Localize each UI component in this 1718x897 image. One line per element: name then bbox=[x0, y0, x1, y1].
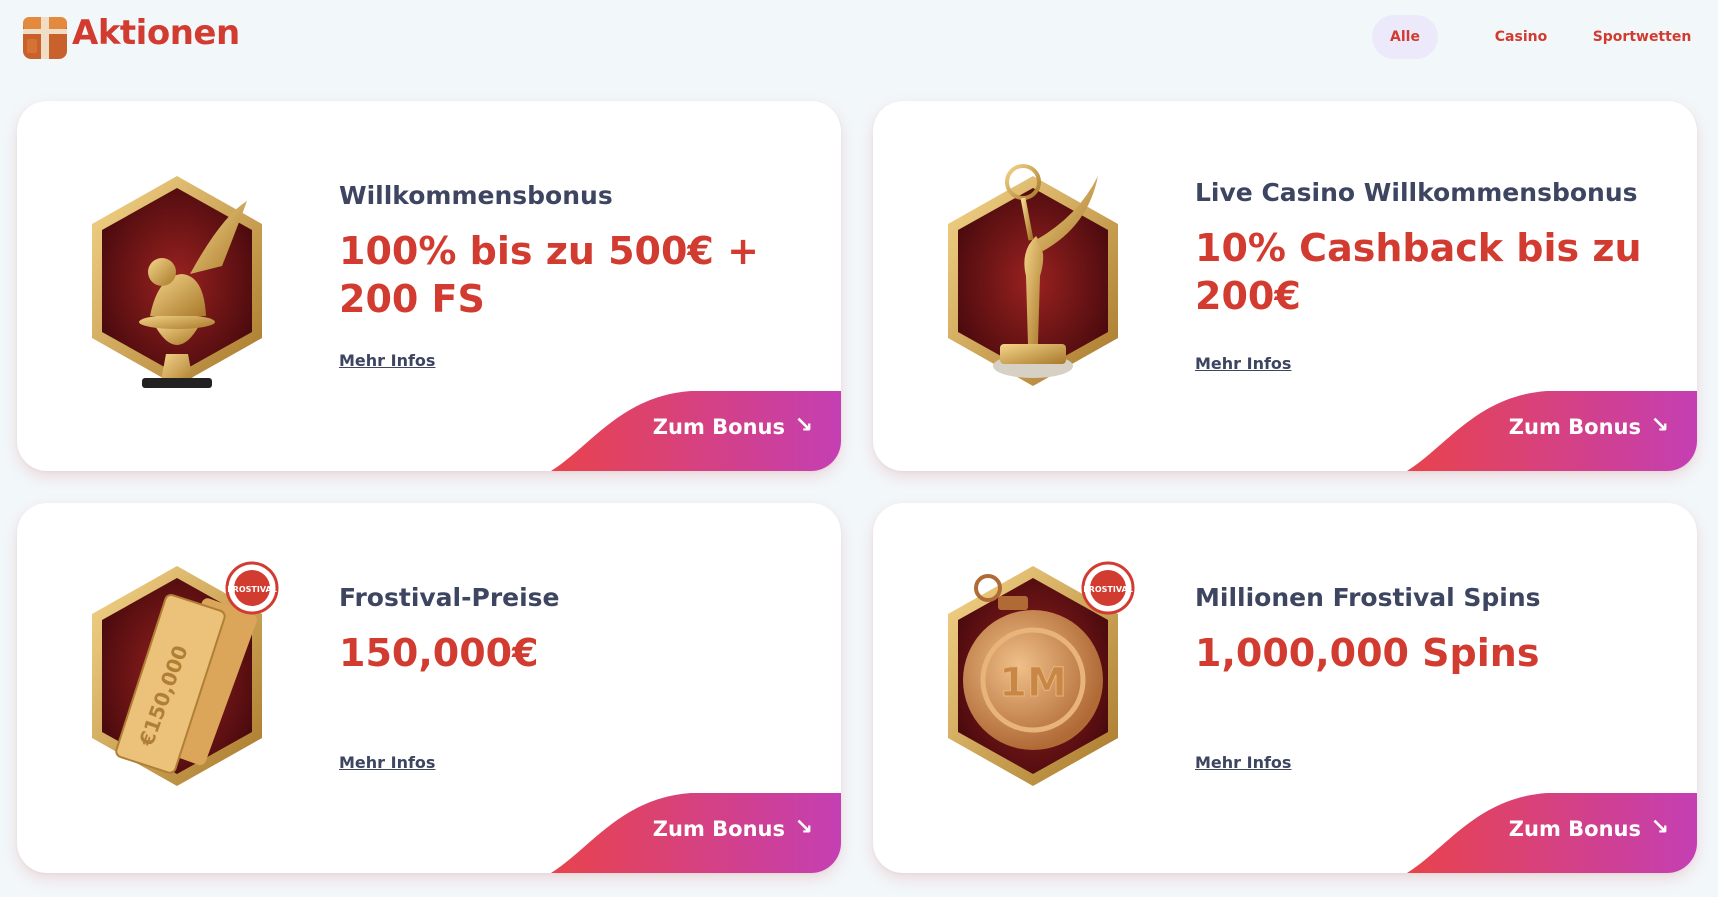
tab-casino[interactable]: Casino bbox=[1474, 15, 1568, 59]
svg-text:FROSTIVAL: FROSTIVAL bbox=[227, 585, 277, 594]
promo-card: 1M FROSTIVAL Millionen Frostival Spins 1… bbox=[873, 503, 1697, 873]
gift-box-icon[interactable] bbox=[21, 13, 69, 61]
arrow-down-right-icon: ↘ bbox=[1650, 413, 1669, 438]
card-title: Willkommensbonus bbox=[339, 181, 613, 210]
arrow-down-right-icon: ↘ bbox=[794, 815, 813, 840]
card-value: 150,000€ bbox=[339, 631, 539, 675]
header: Aktionen Alle Casino Sportwetten bbox=[0, 0, 1718, 75]
card-value: 1,000,000 Spins bbox=[1195, 631, 1540, 675]
more-info-link[interactable]: Mehr Infos bbox=[339, 753, 435, 772]
card-title: Millionen Frostival Spins bbox=[1195, 583, 1541, 612]
cta-label: Zum Bonus bbox=[652, 415, 785, 439]
ornament-coin-icon: 1M FROSTIVAL bbox=[948, 561, 1135, 786]
more-info-link[interactable]: Mehr Infos bbox=[1195, 354, 1291, 373]
card-title: Live Casino Willkommensbonus bbox=[1195, 178, 1638, 207]
tab-sportwetten[interactable]: Sportwetten bbox=[1584, 15, 1700, 59]
cta-label: Zum Bonus bbox=[652, 817, 785, 841]
tab-alle[interactable]: Alle bbox=[1372, 15, 1438, 59]
svg-text:FROSTIVAL: FROSTIVAL bbox=[1083, 585, 1133, 594]
winged-lion-trophy-icon bbox=[92, 176, 262, 388]
arrow-down-right-icon: ↘ bbox=[1650, 815, 1669, 840]
tickets-icon: €150,000 FROSTIVAL bbox=[92, 561, 279, 786]
zum-bonus-button[interactable]: Zum Bonus ↘ bbox=[551, 793, 841, 873]
promo-card: Live Casino Willkommensbonus 10% Cashbac… bbox=[873, 101, 1697, 471]
arrow-down-right-icon: ↘ bbox=[794, 413, 813, 438]
more-info-link[interactable]: Mehr Infos bbox=[339, 351, 435, 370]
card-value: 10% Cashback bis zu 200€ bbox=[1195, 226, 1642, 318]
promo-card: Willkommensbonus 100% bis zu 500€ + 200 … bbox=[17, 101, 841, 471]
card-value: 100% bis zu 500€ + 200 FS bbox=[339, 229, 759, 321]
zum-bonus-button[interactable]: Zum Bonus ↘ bbox=[1407, 793, 1697, 873]
statuette-trophy-icon bbox=[948, 164, 1118, 386]
cta-label: Zum Bonus bbox=[1508, 817, 1641, 841]
more-info-link[interactable]: Mehr Infos bbox=[1195, 753, 1291, 772]
card-title: Frostival-Preise bbox=[339, 583, 560, 612]
cta-label: Zum Bonus bbox=[1508, 415, 1641, 439]
zum-bonus-button[interactable]: Zum Bonus ↘ bbox=[1407, 391, 1697, 471]
promo-card: €150,000 FROSTIVAL Frostival-Preise 150,… bbox=[17, 503, 841, 873]
svg-text:1M: 1M bbox=[999, 660, 1067, 706]
zum-bonus-button[interactable]: Zum Bonus ↘ bbox=[551, 391, 841, 471]
page-title: Aktionen bbox=[72, 13, 240, 53]
